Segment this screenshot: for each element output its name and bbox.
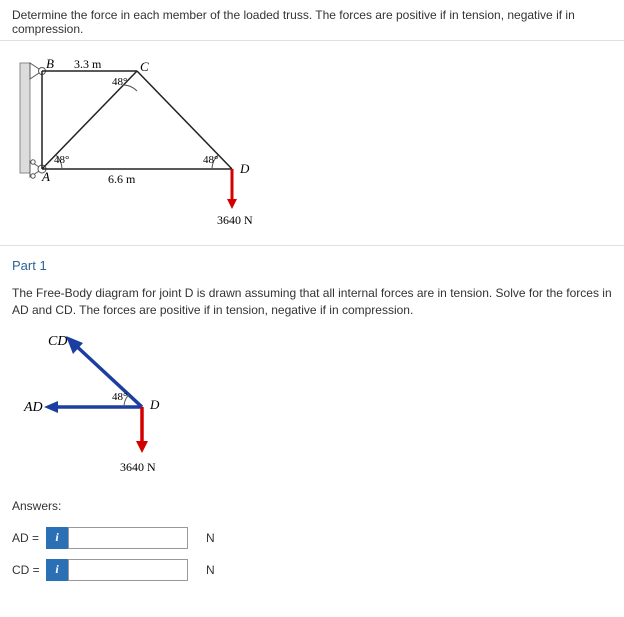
answer-row-ad: AD = i N [12,527,612,549]
answers-block: Answers: AD = i N CD = i N [12,499,612,581]
label-ad: AD = [12,531,46,545]
label-B: B [46,56,54,71]
fbd-angle: 48° [112,391,127,403]
part1-container: Part 1 The Free-Body diagram for joint D… [0,246,624,603]
fbd-load: 3640 N [120,460,156,474]
label-A: A [41,169,50,184]
question-text: Determine the force in each member of th… [0,0,624,41]
angle-c: 48° [112,76,127,88]
angle-d: 48° [203,154,218,166]
fbd-node: D [149,397,160,412]
fbd-svg: CD AD 48° D 3640 N [12,327,212,487]
unit-cd: N [206,563,215,577]
answer-row-cd: CD = i N [12,559,612,581]
answers-title: Answers: [12,499,612,513]
part1-title: Part 1 [12,258,612,273]
input-cd[interactable] [68,559,188,581]
unit-ad: N [206,531,215,545]
label-C: C [140,59,149,74]
label-D: D [239,161,250,176]
label-cd: CD = [12,563,46,577]
input-ad[interactable] [68,527,188,549]
fbd-ad: AD [23,400,43,415]
len-ad: 6.6 m [108,172,136,186]
load-value: 3640 N [217,213,253,227]
len-bc: 3.3 m [74,57,102,71]
info-button-ad[interactable]: i [46,527,68,549]
fbd-cd: CD [48,334,67,349]
truss-svg: B C A D 3.3 m 6.6 m 48° 48° 48° 3640 N [12,49,272,229]
angle-a: 48° [54,154,69,166]
truss-figure: B C A D 3.3 m 6.6 m 48° 48° 48° 3640 N [0,41,624,246]
info-button-cd[interactable]: i [46,559,68,581]
part1-description: The Free-Body diagram for joint D is dra… [12,285,612,319]
